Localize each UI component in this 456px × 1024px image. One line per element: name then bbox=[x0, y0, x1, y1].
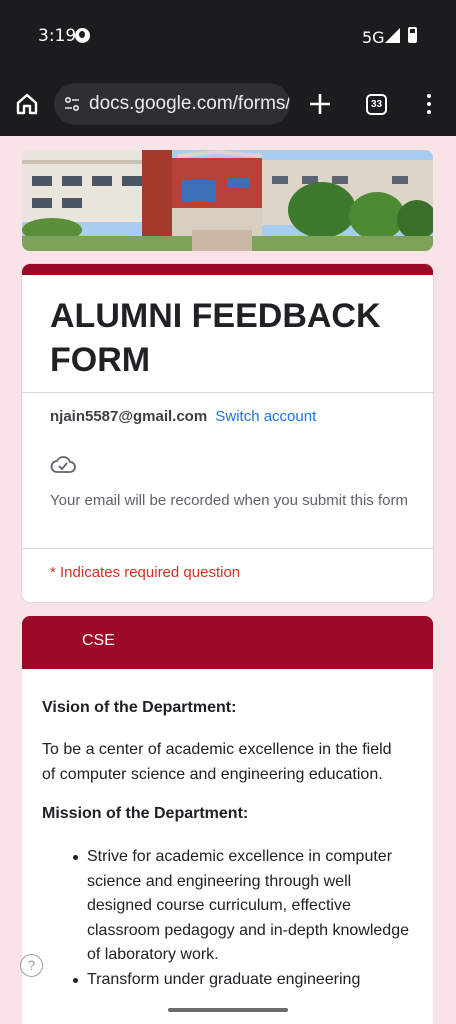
browser-toolbar: docs.google.com/forms/ 33 bbox=[0, 74, 456, 136]
switch-account-link[interactable]: Switch account bbox=[215, 408, 316, 425]
new-tab-button[interactable] bbox=[306, 90, 334, 118]
home-icon bbox=[16, 93, 38, 115]
status-bar: 3:19 5G bbox=[0, 0, 456, 74]
divider bbox=[22, 548, 433, 549]
header-banner-image bbox=[22, 150, 433, 251]
account-email: njain5587@gmail.com bbox=[50, 408, 208, 425]
home-button[interactable] bbox=[14, 91, 40, 117]
help-button[interactable]: ? bbox=[20, 954, 43, 977]
mission-list: Strive for academic excellence in comput… bbox=[73, 845, 417, 993]
mission-heading: Mission of the Department: bbox=[42, 805, 249, 822]
network-type: 5G bbox=[362, 28, 385, 47]
status-time: 3:19 bbox=[38, 26, 77, 46]
section-header: CSE bbox=[22, 616, 433, 669]
form-page[interactable]: ALUMNI FEEDBACK FORM njain5587@gmail.com… bbox=[0, 136, 456, 1024]
new-tab-icon bbox=[310, 94, 330, 114]
divider bbox=[22, 392, 433, 393]
more-menu-icon[interactable] bbox=[422, 92, 436, 116]
cloud-saved-icon bbox=[50, 456, 76, 473]
required-note: * Indicates required question bbox=[50, 564, 241, 581]
app-notification-icon bbox=[75, 28, 90, 43]
vision-text: To be a center of academic excellence in… bbox=[42, 741, 392, 783]
page-title: ALUMNI FEEDBACK FORM bbox=[50, 297, 381, 379]
battery-icon bbox=[408, 27, 417, 43]
list-item: Strive for academic excellence in comput… bbox=[73, 845, 417, 968]
section-title: CSE bbox=[82, 632, 115, 649]
signal-icon bbox=[385, 28, 400, 43]
card-accent-bar bbox=[22, 264, 433, 275]
tab-switcher-icon[interactable]: 33 bbox=[366, 94, 387, 115]
form-header-card: ALUMNI FEEDBACK FORM njain5587@gmail.com… bbox=[22, 264, 433, 602]
email-record-notice: Your email will be recorded when you sub… bbox=[50, 492, 408, 509]
site-settings-icon[interactable] bbox=[64, 96, 80, 112]
section-description: Vision of the Department: To be a center… bbox=[22, 669, 433, 1024]
address-bar[interactable]: docs.google.com/forms/ bbox=[54, 83, 290, 125]
vision-heading: Vision of the Department: bbox=[42, 699, 237, 716]
account-line: njain5587@gmail.com Switch account bbox=[50, 408, 316, 425]
url-text: docs.google.com/forms/ bbox=[89, 93, 290, 114]
gesture-handle[interactable] bbox=[168, 1008, 288, 1012]
list-item: Transform under graduate engineering bbox=[73, 968, 417, 993]
